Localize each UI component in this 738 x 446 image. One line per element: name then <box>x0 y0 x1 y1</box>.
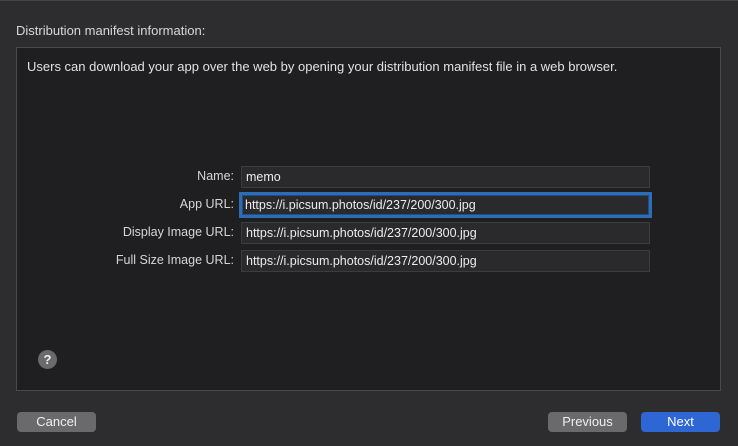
name-row: Name: <box>17 166 722 188</box>
description-text: Users can download your app over the web… <box>27 59 618 74</box>
full-size-image-url-field[interactable] <box>241 250 650 272</box>
previous-button[interactable]: Previous <box>548 412 627 432</box>
display-image-url-label: Display Image URL: <box>122 225 234 239</box>
cancel-button[interactable]: Cancel <box>17 412 96 432</box>
display-image-url-row: Display Image URL: <box>17 222 722 244</box>
app-url-row: App URL: <box>17 192 722 218</box>
name-field[interactable] <box>241 166 650 188</box>
section-title: Distribution manifest information: <box>16 23 206 38</box>
full-size-image-url-label: Full Size Image URL: <box>115 253 234 267</box>
name-label: Name: <box>197 169 234 183</box>
app-url-field[interactable] <box>239 192 652 218</box>
help-icon[interactable]: ? <box>38 350 57 369</box>
full-size-image-url-row: Full Size Image URL: <box>17 250 722 272</box>
app-url-label: App URL: <box>179 197 234 211</box>
display-image-url-field[interactable] <box>241 222 650 244</box>
distribution-manifest-dialog: Distribution manifest information: Users… <box>0 0 738 446</box>
manifest-panel: Users can download your app over the web… <box>16 47 721 391</box>
next-button[interactable]: Next <box>641 412 720 432</box>
